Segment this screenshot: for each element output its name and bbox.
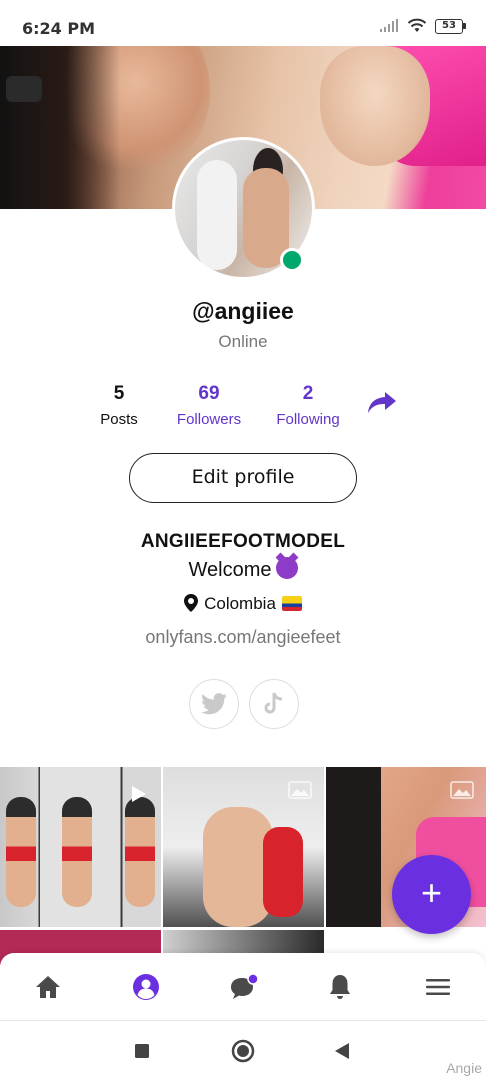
display-name: ANGIIEEFOOTMODEL bbox=[140, 531, 346, 552]
posts-stat[interactable]: 5 Posts bbox=[95, 383, 143, 428]
recents-button[interactable] bbox=[128, 1037, 156, 1065]
followers-count: 69 bbox=[198, 383, 220, 404]
username: @angiiee bbox=[192, 298, 294, 324]
following-count: 2 bbox=[302, 383, 314, 404]
devil-emoji-icon bbox=[275, 557, 298, 579]
bio-text: Welcome bbox=[188, 559, 272, 581]
media-tile[interactable] bbox=[0, 767, 161, 927]
messages-icon bbox=[231, 974, 259, 999]
battery-icon: 53 bbox=[435, 18, 466, 34]
bottom-navigation bbox=[0, 953, 486, 1021]
nav-home[interactable] bbox=[18, 953, 78, 1021]
media-tile[interactable] bbox=[163, 767, 324, 927]
signal-icon bbox=[380, 19, 398, 32]
battery-level: 53 bbox=[435, 18, 463, 34]
home-icon bbox=[36, 976, 60, 998]
recents-icon bbox=[135, 1044, 149, 1058]
colombia-flag-icon bbox=[281, 596, 302, 611]
following-label: Following bbox=[276, 411, 340, 428]
nav-notifications[interactable] bbox=[310, 953, 370, 1021]
image-icon bbox=[450, 781, 474, 799]
online-status-dot bbox=[280, 248, 304, 272]
watermark: Angie bbox=[446, 1060, 482, 1076]
menu-icon bbox=[426, 979, 450, 995]
edit-profile-button[interactable]: Edit profile bbox=[129, 453, 357, 503]
bio: Welcome bbox=[0, 557, 486, 582]
posts-count: 5 bbox=[113, 383, 125, 404]
online-status-label: Online bbox=[218, 332, 268, 351]
status-icons: 53 bbox=[379, 18, 466, 34]
location: Colombia bbox=[0, 594, 486, 614]
back-icon bbox=[335, 1043, 349, 1059]
image-icon bbox=[288, 781, 312, 799]
video-play-icon bbox=[132, 786, 146, 802]
twitter-button[interactable] bbox=[189, 679, 239, 729]
system-home-icon bbox=[231, 1039, 255, 1063]
system-navigation-bar: Angie bbox=[0, 1021, 486, 1080]
website-link[interactable]: onlyfans.com/angieefeet bbox=[0, 627, 486, 648]
tiktok-icon bbox=[264, 692, 283, 714]
twitter-icon bbox=[201, 693, 227, 715]
profile-icon bbox=[133, 974, 159, 1000]
location-text: Colombia bbox=[204, 594, 276, 613]
followers-label: Followers bbox=[176, 411, 242, 428]
followers-stat[interactable]: 69 Followers bbox=[168, 383, 250, 428]
system-home-button[interactable] bbox=[229, 1037, 257, 1065]
share-icon[interactable] bbox=[367, 390, 397, 416]
new-post-button[interactable]: + bbox=[392, 855, 471, 934]
wifi-icon bbox=[407, 18, 427, 32]
location-pin-icon bbox=[184, 594, 199, 612]
following-stat[interactable]: 2 Following bbox=[268, 383, 348, 428]
status-bar: 6:24 PM 53 bbox=[0, 0, 486, 46]
nav-profile[interactable] bbox=[116, 953, 176, 1021]
nav-menu[interactable] bbox=[408, 953, 468, 1021]
posts-label: Posts bbox=[100, 411, 138, 428]
back-button[interactable] bbox=[328, 1037, 356, 1065]
notifications-icon bbox=[330, 975, 350, 999]
tiktok-button[interactable] bbox=[249, 679, 299, 729]
status-time: 6:24 PM bbox=[22, 19, 96, 38]
nav-messages[interactable] bbox=[214, 953, 274, 1021]
